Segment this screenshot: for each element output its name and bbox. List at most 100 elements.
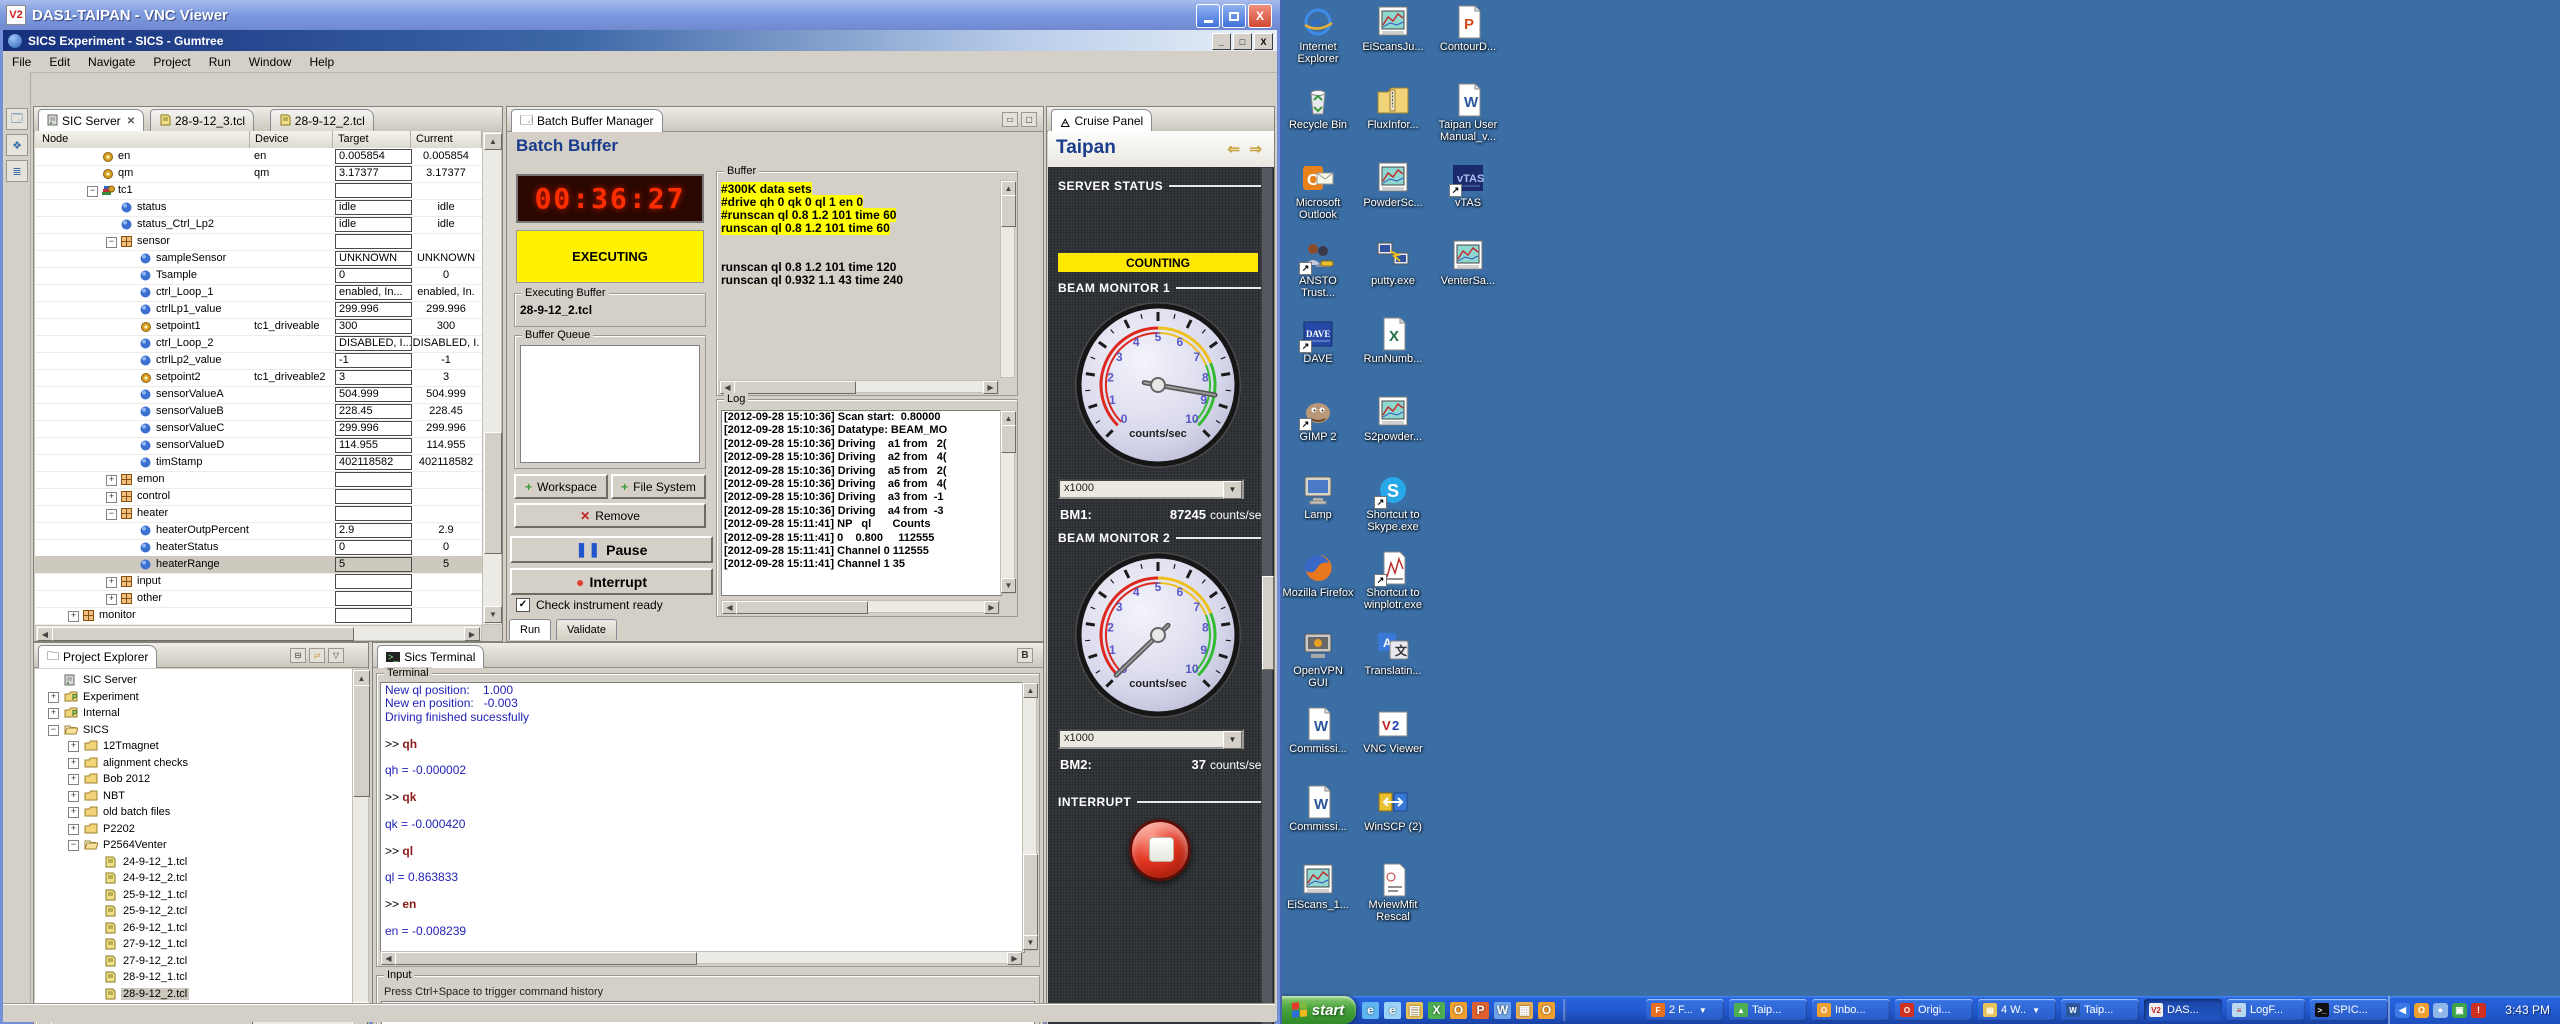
target-value[interactable]: 300	[335, 319, 412, 334]
taskbar-button-spic-[interactable]: >_SPIC...	[2310, 999, 2388, 1021]
maximize-button[interactable]	[1222, 4, 1246, 28]
buffer-queue-list[interactable]	[520, 345, 700, 463]
tab-validate[interactable]: Validate	[556, 619, 617, 640]
close-tab-icon[interactable]: ✕	[127, 116, 135, 127]
tree-row-sensorValueC[interactable]: sensorValueC299.996299.996	[35, 420, 482, 438]
tab-project-explorer[interactable]: 🗀 Project Explorer	[38, 645, 157, 668]
target-value[interactable]: UNKNOWN	[335, 251, 412, 266]
desktop-icon-eiscans-1-[interactable]: EiScans_1...	[1282, 863, 1354, 911]
tree-row-sampleSensor[interactable]: sampleSensorUNKNOWNUNKNOWN	[35, 250, 482, 268]
quicklaunch-excel-icon[interactable]: X	[1428, 1002, 1445, 1019]
tab-batch-buffer-manager[interactable]: 🗔 Batch Buffer Manager	[511, 109, 663, 132]
menu-file[interactable]: File	[3, 53, 40, 71]
desktop-icon-vtas[interactable]: vTAS↗vTAS	[1432, 161, 1504, 209]
pause-button[interactable]: ❚❚ Pause	[510, 536, 713, 563]
buffer-hscroll[interactable]: ◀ ▶	[719, 380, 999, 393]
close-button[interactable]: X	[1254, 33, 1273, 50]
desktop-icon-powdersc-[interactable]: PowderSc...	[1357, 161, 1429, 209]
hide-icons-chevron-icon[interactable]: ◀	[2395, 1003, 2410, 1018]
scale-select-2[interactable]: x1000▼	[1058, 729, 1244, 749]
expander-expand-icon[interactable]: +	[106, 594, 117, 605]
explorer-item[interactable]: 24-9-12_2.tcl	[35, 871, 352, 888]
explorer-item[interactable]: +old batch files	[35, 805, 352, 822]
desktop-icon-commissi-[interactable]: WCommissi...	[1282, 707, 1354, 755]
taskbar-button-taip-[interactable]: WTaip...	[2061, 999, 2139, 1021]
target-value[interactable]	[335, 608, 412, 623]
desktop-icon-shortcut-to-skype-exe[interactable]: S↗Shortcut to Skype.exe	[1357, 473, 1429, 533]
target-value[interactable]	[335, 472, 412, 487]
taskbar-button-das-[interactable]: V2DAS...	[2144, 999, 2222, 1021]
explorer-item[interactable]: +alignment checks	[35, 756, 352, 773]
vertical-scrollbar[interactable]: ▲ ▼	[352, 669, 369, 1019]
menu-window[interactable]: Window	[240, 53, 301, 71]
desktop-icon-runnumb-[interactable]: XRunNumb...	[1357, 317, 1429, 365]
desktop-icon-contourd-[interactable]: PContourD...	[1432, 5, 1504, 53]
explorer-item[interactable]: 28-9-12_1.tcl	[35, 970, 352, 987]
tab-cruise-panel[interactable]: 🜁 Cruise Panel	[1051, 109, 1152, 132]
quicklaunch-outlook-icon[interactable]: O	[1450, 1002, 1467, 1019]
close-button[interactable]: X	[1248, 4, 1272, 28]
target-value[interactable]	[335, 234, 412, 249]
quicklaunch-folder-icon[interactable]: ▤	[1406, 1002, 1423, 1019]
horizontal-scrollbar[interactable]: ◀▶	[35, 625, 482, 641]
target-value[interactable]: -1	[335, 353, 412, 368]
other-views-icon[interactable]: ❖	[6, 134, 28, 156]
target-value[interactable]: DISABLED, I...	[335, 336, 412, 351]
explorer-item[interactable]: +PExperiment	[35, 690, 352, 707]
tree-row-input[interactable]: +input	[35, 573, 482, 591]
desktop-icon-ansto-trust-[interactable]: ↗ANSTO Trust...	[1282, 239, 1354, 299]
expander-collapse-icon[interactable]: −	[87, 186, 98, 197]
alert-tray-icon[interactable]: !	[2471, 1003, 2486, 1018]
start-button[interactable]: start	[1280, 996, 1356, 1024]
explorer-item[interactable]: +PInternal	[35, 706, 352, 723]
terminal-hscroll[interactable]: ◀ ▶	[380, 951, 1023, 964]
desktop-icon-shortcut-to-winplotr-exe[interactable]: ↗Shortcut to winplotr.exe	[1357, 551, 1429, 611]
expander-collapse-icon[interactable]: −	[106, 237, 117, 248]
tree-row-status_Ctrl_Lp2[interactable]: status_Ctrl_Lp2idleidle	[35, 216, 482, 234]
desktop-icon-dave[interactable]: DAVE↗DAVE	[1282, 317, 1354, 365]
menu-edit[interactable]: Edit	[40, 53, 79, 71]
terminal-toolbar-button[interactable]: B	[1017, 648, 1033, 663]
desktop-icon-eiscansju-[interactable]: EiScansJu...	[1357, 5, 1429, 53]
tree-row-heaterStatus[interactable]: heaterStatus00	[35, 539, 482, 557]
target-value[interactable]: enabled, In...	[335, 285, 412, 300]
outlook-tray-icon[interactable]: O	[2414, 1003, 2429, 1018]
explorer-item[interactable]: 27-9-12_2.tcl	[35, 954, 352, 971]
check-instrument-ready-checkbox[interactable]: ✓	[516, 598, 530, 612]
desktop-icon-mviewmfit-rescal[interactable]: MviewMfit Rescal	[1357, 863, 1429, 923]
quicklaunch-powerpoint-icon[interactable]: P	[1472, 1002, 1489, 1019]
tree-row-ctrlLp1_value[interactable]: ctrlLp1_value299.996299.996	[35, 301, 482, 319]
expander-expand-icon[interactable]: +	[106, 577, 117, 588]
tree-row-sensor[interactable]: −sensor	[35, 233, 482, 251]
tree-column-header[interactable]: NodeDeviceTargetCurrent	[35, 131, 482, 149]
target-value[interactable]: 299.996	[335, 302, 412, 317]
tree-row-other[interactable]: +other	[35, 590, 482, 608]
explorer-item[interactable]: 25-9-12_1.tcl	[35, 888, 352, 905]
expander-expand-icon[interactable]: +	[106, 475, 117, 486]
tree-row-status[interactable]: statusidleidle	[35, 199, 482, 217]
tree-row-en[interactable]: enen0.0058540.005854	[35, 148, 482, 166]
menu-project[interactable]: Project	[144, 53, 199, 71]
desktop-icon-lamp[interactable]: Lamp	[1282, 473, 1354, 521]
menu-navigate[interactable]: Navigate	[79, 53, 144, 71]
expander-collapse-icon[interactable]: −	[48, 725, 59, 736]
tree-row-ctrlLp2_value[interactable]: ctrlLp2_value-1-1	[35, 352, 482, 370]
target-value[interactable]	[335, 183, 412, 198]
terminal-output[interactable]: New ql position: 1.000New en position: -…	[380, 682, 1025, 953]
target-value[interactable]: 402118582	[335, 455, 412, 470]
interrupt-stop-button[interactable]	[1129, 819, 1191, 881]
vertical-scrollbar[interactable]: ▲▼	[482, 131, 502, 625]
explorer-item[interactable]: 26-9-12_1.tcl	[35, 921, 352, 938]
maximize-view-icon[interactable]: ▢	[1021, 112, 1037, 127]
target-value[interactable]: 114.955	[335, 438, 412, 453]
desktop-icon-fluxinfor-[interactable]: FluxInfor...	[1357, 83, 1429, 131]
target-value[interactable]: idle	[335, 217, 412, 232]
tree-row-heater[interactable]: −heater	[35, 505, 482, 523]
target-value[interactable]	[335, 506, 412, 521]
tree-row-ctrl_Loop_2[interactable]: ctrl_Loop_2DISABLED, I...DISABLED, I.	[35, 335, 482, 353]
expander-expand-icon[interactable]: +	[48, 708, 59, 719]
desktop-icon-putty-exe[interactable]: putty.exe	[1357, 239, 1429, 287]
explorer-item[interactable]: 25-9-12_2.tcl	[35, 904, 352, 921]
interrupt-button[interactable]: ● Interrupt	[510, 568, 713, 595]
target-value[interactable]	[335, 489, 412, 504]
